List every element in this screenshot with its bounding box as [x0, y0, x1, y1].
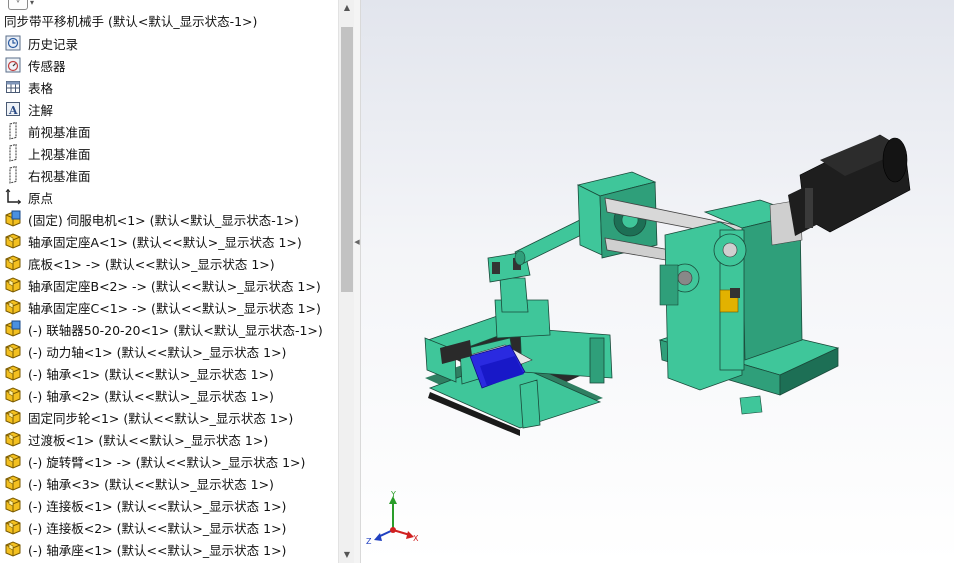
tree-item[interactable]: (-) 联轴器50-20-20<1> (默认<默认_显示状态-1>) [4, 318, 323, 340]
tree-item-label: 右视基准面 [28, 168, 91, 184]
tree-item[interactable]: 轴承固定座C<1> -> (默认<<默认>_显示状态 1>) [4, 296, 321, 318]
tree-item[interactable]: 轴承固定座A<1> (默认<<默认>_显示状态 1>) [4, 230, 302, 252]
chevron-down-icon[interactable]: ▾ [30, 0, 34, 7]
tree-item[interactable]: 底板<1> -> (默认<<默认>_显示状态 1>) [4, 252, 275, 274]
tree-item[interactable]: (-) 动力轴<1> (默认<<默认>_显示状态 1>) [4, 340, 286, 362]
tree-item[interactable]: (-) 旋转臂<1> -> (默认<<默认>_显示状态 1>) [4, 450, 305, 472]
tree-item-label: (-) 轴承<2> (默认<<默认>_显示状态 1>) [28, 388, 274, 404]
subassembly-icon [4, 320, 22, 338]
plane-icon [4, 144, 22, 162]
history-icon [4, 34, 22, 52]
filter-icon[interactable]: ▿ [8, 0, 28, 10]
collapse-arrow-icon[interactable]: ◀ [354, 238, 360, 246]
tree-item-label: 轴承固定座A<1> (默认<<默认>_显示状态 1>) [28, 234, 302, 250]
tree-item[interactable]: 轴承固定座B<2> -> (默认<<默认>_显示状态 1>) [4, 274, 321, 296]
annotation-icon: A [4, 100, 22, 118]
tree-item[interactable]: A 注解 [4, 98, 53, 120]
plane-icon [4, 166, 22, 184]
assembly-root[interactable]: 同步带平移机械手 (默认<默认_显示状态-1>) [4, 11, 257, 30]
coordinate-triad: Y X Z [366, 490, 419, 546]
tree-item-label: (-) 联轴器50-20-20<1> (默认<默认_显示状态-1>) [28, 322, 323, 338]
tree-item[interactable]: 表格 [4, 76, 53, 98]
part-icon [4, 298, 22, 316]
tree-item[interactable]: 原点 [4, 186, 53, 208]
tree-item-label: 原点 [28, 190, 54, 206]
tree-item-label: (-) 轴承座<1> (默认<<默认>_显示状态 1>) [28, 542, 287, 558]
tree-item-label: 注解 [28, 102, 54, 118]
part-icon [4, 276, 22, 294]
plane-icon [4, 122, 22, 140]
part-icon [4, 386, 22, 404]
part-icon [4, 540, 22, 558]
slide-assembly[interactable] [424, 251, 613, 436]
rotating-arm-frame[interactable] [658, 199, 840, 415]
servo-motor[interactable] [788, 134, 911, 236]
tree-item[interactable]: (-) 轴承<3> (默认<<默认>_显示状态 1>) [4, 472, 274, 494]
tree-item-label: 过渡板<1> (默认<<默认>_显示状态 1>) [28, 432, 269, 448]
tree-item[interactable]: 过渡板<1> (默认<<默认>_显示状态 1>) [4, 428, 268, 450]
tree-item[interactable]: (-) 连接板<1> (默认<<默认>_显示状态 1>) [4, 494, 286, 516]
part-icon [4, 342, 22, 360]
tree-item[interactable]: 前视基准面 [4, 120, 91, 142]
scroll-thumb[interactable] [341, 27, 353, 292]
tree-item[interactable]: 右视基准面 [4, 164, 91, 186]
tree-item-label: 表格 [28, 80, 54, 96]
graphics-area[interactable]: Y X Z [361, 0, 954, 563]
tree-item[interactable]: (-) 轴承<2> (默认<<默认>_显示状态 1>) [4, 384, 274, 406]
axis-x-label: X [413, 534, 419, 543]
tree-item[interactable]: 传感器 [4, 54, 66, 76]
filter-bar: ▿ ▾ [0, 0, 338, 10]
tree-item-label: (-) 连接板<1> (默认<<默认>_显示状态 1>) [28, 498, 287, 514]
origin-icon [4, 188, 22, 206]
tree-item-label: 历史记录 [28, 36, 79, 52]
tree-item[interactable]: 上视基准面 [4, 142, 91, 164]
model-view[interactable]: Y X Z [361, 0, 954, 563]
tree-item[interactable]: (-) 连接板<2> (默认<<默认>_显示状态 1>) [4, 516, 286, 538]
axis-z-label: Z [366, 537, 372, 546]
tree-item-label: 轴承固定座C<1> -> (默认<<默认>_显示状态 1>) [28, 300, 321, 316]
part-icon [4, 254, 22, 272]
scroll-down-icon[interactable]: ▼ [339, 547, 354, 563]
tree-item[interactable]: (-) 轴承座<1> (默认<<默认>_显示状态 1>) [4, 538, 286, 560]
axis-y-label: Y [390, 490, 396, 499]
tree-item[interactable]: (固定) 伺服电机<1> (默认<默认_显示状态-1>) [4, 208, 299, 230]
part-icon [4, 364, 22, 382]
panel-splitter[interactable]: ◀ [354, 0, 361, 563]
part-icon [4, 474, 22, 492]
tree-scrollbar[interactable]: ▲ ▼ [338, 0, 354, 563]
table-icon [4, 78, 22, 96]
svg-text:A: A [8, 104, 18, 117]
tree-item-label: 轴承固定座B<2> -> (默认<<默认>_显示状态 1>) [28, 278, 321, 294]
tree-item-label: 上视基准面 [28, 146, 91, 162]
part-icon [4, 496, 22, 514]
feature-manager-tree: ▿ ▾ 同步带平移机械手 (默认<默认_显示状态-1>) 历史记录传感器表格 A 注… [0, 0, 355, 563]
tree-item-label: (-) 旋转臂<1> -> (默认<<默认>_显示状态 1>) [28, 454, 306, 470]
part-icon [4, 452, 22, 470]
tree-item-label: (-) 动力轴<1> (默认<<默认>_显示状态 1>) [28, 344, 287, 360]
part-icon [4, 408, 22, 426]
scroll-up-icon[interactable]: ▲ [339, 0, 354, 16]
part-icon [4, 430, 22, 448]
tree-item-label: 底板<1> -> (默认<<默认>_显示状态 1>) [28, 256, 275, 272]
tree-item-label: 前视基准面 [28, 124, 91, 140]
tree-item[interactable]: 固定同步轮<1> (默认<<默认>_显示状态 1>) [4, 406, 293, 428]
part-icon [4, 518, 22, 536]
tree-item-label: 固定同步轮<1> (默认<<默认>_显示状态 1>) [28, 410, 294, 426]
sensor-icon [4, 56, 22, 74]
part-icon [4, 232, 22, 250]
tree-item-label: (-) 轴承<1> (默认<<默认>_显示状态 1>) [28, 366, 274, 382]
tree-item-label: (-) 轴承<3> (默认<<默认>_显示状态 1>) [28, 476, 274, 492]
tree-item-label: (固定) 伺服电机<1> (默认<默认_显示状态-1>) [28, 212, 300, 228]
tree-item[interactable]: 历史记录 [4, 32, 78, 54]
tree-item-label: 传感器 [28, 58, 66, 74]
tree-item[interactable]: (-) 轴承<1> (默认<<默认>_显示状态 1>) [4, 362, 274, 384]
subassembly-icon [4, 210, 22, 228]
tree-item-label: (-) 连接板<2> (默认<<默认>_显示状态 1>) [28, 520, 287, 536]
